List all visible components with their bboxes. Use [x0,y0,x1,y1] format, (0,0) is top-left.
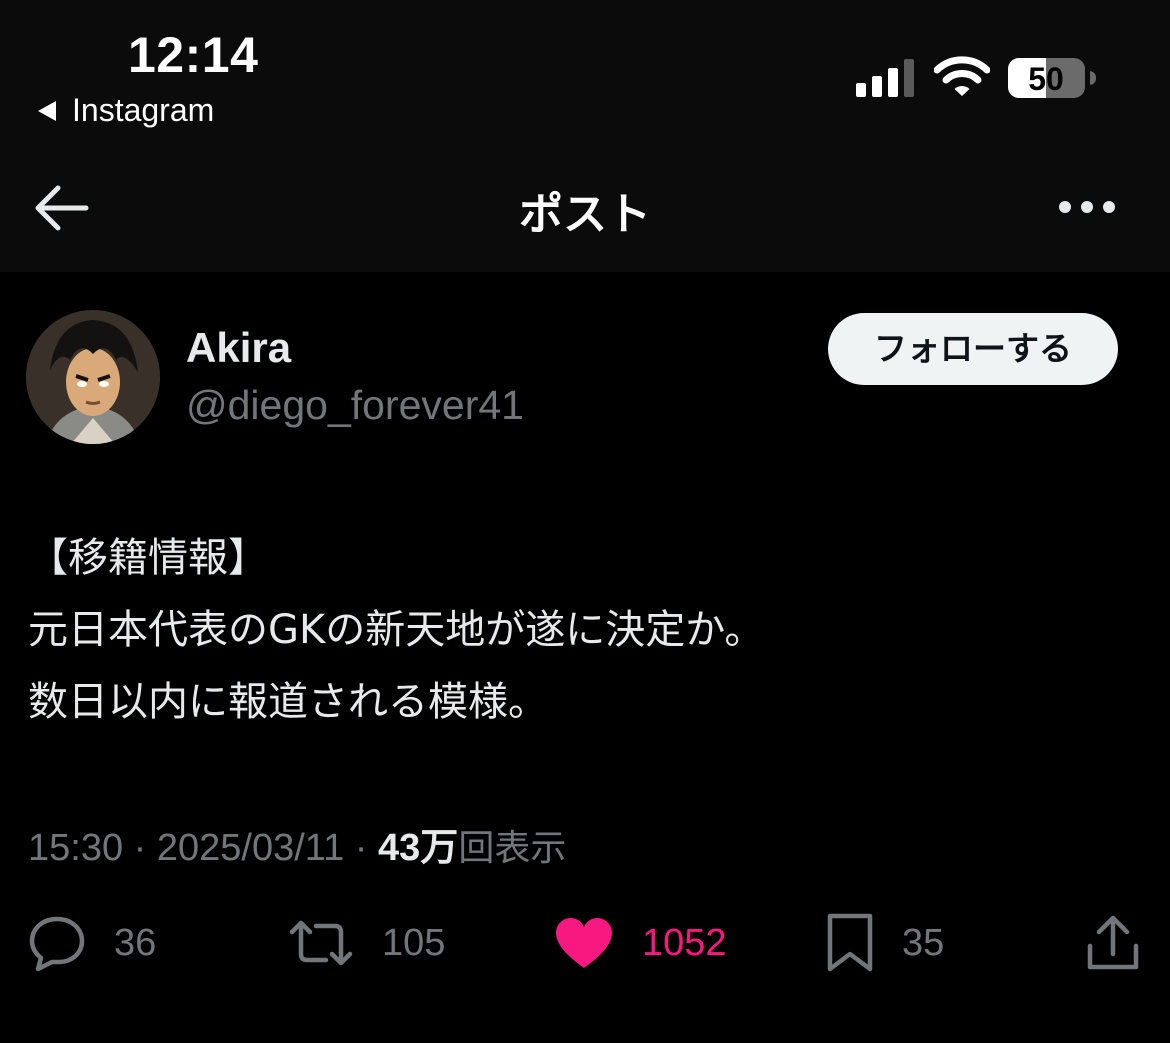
meta-separator: · [344,827,379,869]
follow-button[interactable]: フォローする [828,313,1118,385]
share-icon [1087,915,1139,970]
back-to-app-link[interactable]: Instagram [38,92,214,129]
post-time: 15:30 [28,827,124,869]
bookmark-count: 35 [902,921,945,964]
signal-icon [856,59,914,97]
bookmark-button[interactable]: 35 [826,910,944,976]
views-count[interactable]: 43万 [378,827,458,869]
post-line: 【移籍情報】 [28,535,268,581]
share-button[interactable] [1086,910,1140,976]
meta-separator: · [123,827,157,869]
views-label: 回表示 [458,828,567,869]
wifi-icon [934,56,990,96]
repost-button[interactable]: 105 [288,910,445,976]
like-button[interactable]: 1052 [554,910,727,976]
status-time: 12:14 [128,27,259,83]
reply-button[interactable]: 36 [28,910,156,976]
bookmark-icon [827,913,873,972]
post-meta: 15:30 · 2025/03/11 · 43万回表示 [28,816,566,871]
avatar[interactable] [26,310,160,444]
reply-count: 36 [114,921,157,964]
author-handle[interactable]: @diego_forever41 [186,382,524,429]
post-body: 【移籍情報】 元日本代表のGKの新天地が遂に決定か。 数日以内に報道される模様。 [28,522,1138,738]
battery-level: 50 [1028,61,1064,97]
like-icon [556,918,612,968]
back-triangle-icon [38,100,56,121]
post-line: 数日以内に報道される模様。 [28,679,548,725]
author-display-name[interactable]: Akira [186,324,291,372]
like-count: 1052 [642,921,727,964]
post-date: 2025/03/11 [156,827,345,869]
page-title: ポスト [519,189,651,240]
reply-icon [29,916,85,971]
back-app-label: Instagram [72,92,215,128]
repost-count: 105 [382,921,446,964]
repost-icon [289,920,353,966]
post-line: 元日本代表のGKの新天地が遂に決定か。 [28,607,765,653]
more-icon[interactable] [1052,190,1122,224]
avatar-image [26,310,160,444]
